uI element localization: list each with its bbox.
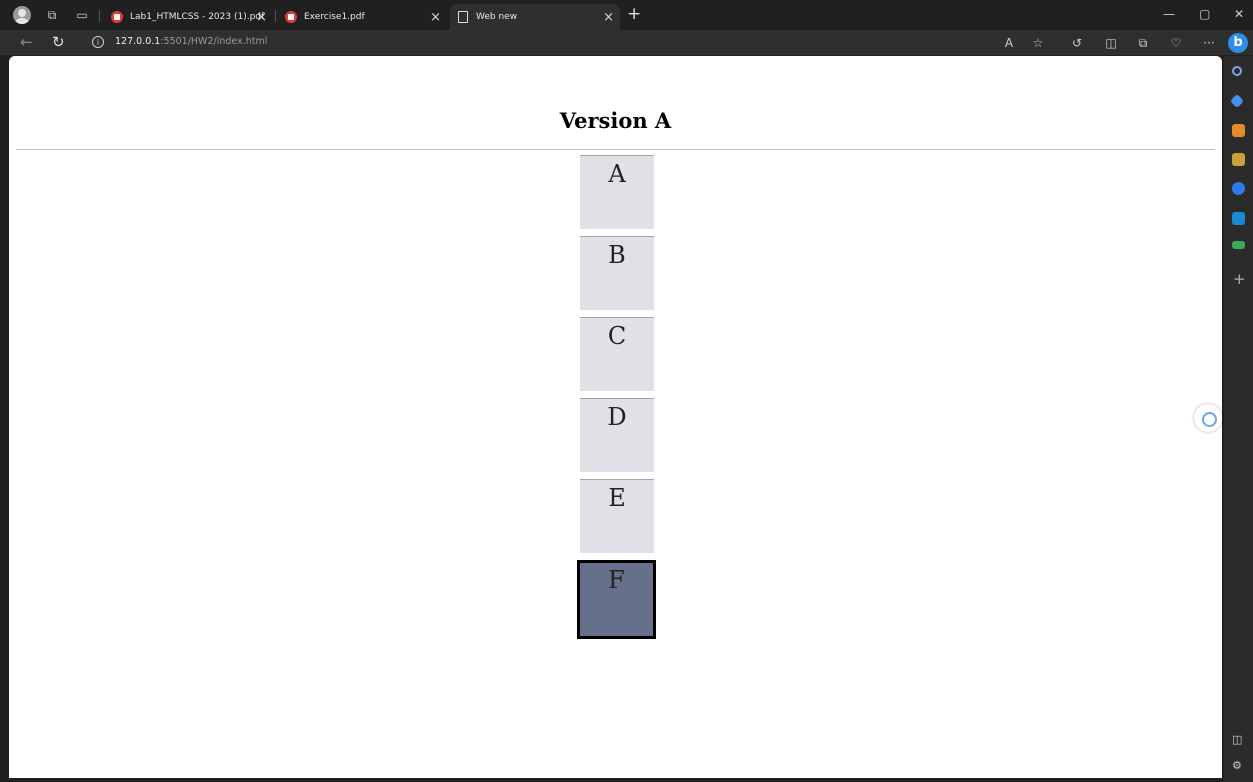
page-title: Version A [559, 108, 672, 133]
browser-toolbar: ← ↻ i 127.0.0.1:5501/HW2/index.html A ☆ … [0, 30, 1253, 55]
site-info-icon[interactable]: i [92, 36, 104, 48]
box-e: E [580, 479, 654, 553]
new-tab-button[interactable]: + [627, 4, 641, 24]
tab-lab1-pdf[interactable]: Lab1_HTMLCSS - 2023 (1).pdf × [103, 4, 273, 30]
maximize-button[interactable]: ▢ [1199, 7, 1210, 21]
tab-web-new[interactable]: Web new × [450, 4, 620, 30]
url-host: 127.0.0.1 [115, 36, 161, 47]
tab-title: Lab1_HTMLCSS - 2023 (1).pdf [130, 12, 265, 22]
read-aloud-icon[interactable]: A [1001, 35, 1017, 51]
settings-gear-icon[interactable]: ⚙ [1232, 759, 1242, 772]
extensions-icon[interactable]: ↺ [1069, 35, 1085, 51]
collections-icon[interactable]: ⧉ [1135, 35, 1151, 51]
people-icon[interactable] [1232, 153, 1245, 166]
divider [99, 10, 100, 22]
page-viewport: Version A A B C D E F [9, 56, 1222, 778]
edge-sidebar: + ◫ ⚙ [1224, 56, 1253, 782]
horizontal-rule [16, 149, 1215, 150]
box-d: D [580, 398, 654, 472]
tab-title: Exercise1.pdf [304, 12, 365, 22]
tab-actions-icon[interactable]: ▭ [74, 7, 90, 23]
more-icon[interactable]: ··· [1201, 35, 1217, 51]
split-screen-icon[interactable]: ◫ [1103, 35, 1119, 51]
box-b: B [580, 236, 654, 310]
pdf-icon [285, 11, 297, 23]
url-path: :5501/HW2/index.html [160, 36, 268, 47]
hide-sidebar-icon[interactable]: ◫ [1232, 733, 1242, 746]
drop-icon[interactable] [1232, 241, 1245, 249]
divider [275, 10, 276, 22]
search-icon[interactable] [1232, 66, 1242, 76]
floating-assistant-icon[interactable] [1194, 404, 1222, 432]
title-bar: ⧉ ▭ Lab1_HTMLCSS - 2023 (1).pdf × Exerci… [0, 0, 1253, 30]
browser-essentials-icon[interactable]: ♡ [1168, 35, 1184, 51]
favorite-star-icon[interactable]: ☆ [1030, 35, 1046, 51]
box-a: A [580, 155, 654, 229]
outlook-icon[interactable] [1232, 212, 1245, 225]
bing-copilot-icon[interactable]: b [1228, 33, 1248, 53]
tab-close-icon[interactable]: × [430, 10, 441, 25]
page-icon [458, 11, 468, 23]
workspaces-icon[interactable]: ⧉ [44, 7, 60, 23]
tab-close-icon[interactable]: × [256, 10, 267, 25]
close-window-button[interactable]: ✕ [1234, 7, 1244, 21]
shopping-tag-icon[interactable] [1229, 93, 1245, 109]
pdf-icon [111, 11, 123, 23]
refresh-button[interactable]: ↻ [52, 33, 65, 51]
box-c: C [580, 317, 654, 391]
tab-close-icon[interactable]: × [603, 10, 614, 25]
back-button[interactable]: ← [20, 33, 33, 51]
tools-icon[interactable] [1232, 124, 1245, 137]
profile-avatar[interactable] [13, 6, 31, 24]
office-icon[interactable] [1232, 182, 1245, 195]
add-sidebar-app-button[interactable]: + [1233, 270, 1246, 288]
minimize-button[interactable]: — [1163, 7, 1175, 21]
tab-title: Web new [476, 12, 518, 22]
box-f: F [577, 560, 656, 639]
url-text[interactable]: 127.0.0.1:5501/HW2/index.html [115, 36, 267, 47]
tab-exercise1-pdf[interactable]: Exercise1.pdf × [277, 4, 447, 30]
